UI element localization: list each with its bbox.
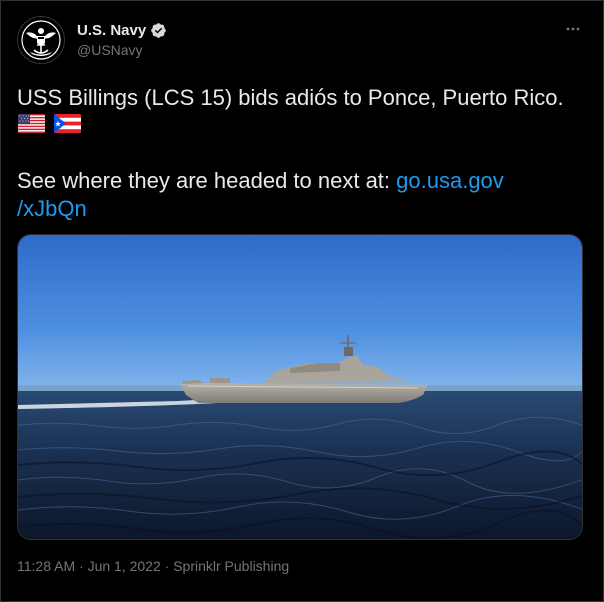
author-name-row[interactable]: U.S. Navy xyxy=(77,22,167,39)
us-flag-emoji xyxy=(18,114,45,133)
tweet-text-prefix: See where they are headed to next at: xyxy=(17,168,397,193)
author-name[interactable]: U.S. Navy xyxy=(77,22,146,39)
author-handle[interactable]: @USNavy xyxy=(77,42,143,58)
short-link-part2[interactable]: /xJbQn xyxy=(17,196,87,221)
flag-emojis xyxy=(18,114,81,133)
tweet-text-line2: See where they are headed to next at: go… xyxy=(17,167,589,223)
verified-badge-icon xyxy=(151,23,166,38)
tweet-meta: 11:28 AM · Jun 1, 2022 · Sprinklr Publis… xyxy=(17,558,289,574)
meta-separator: · xyxy=(75,558,88,574)
ship-photo-illustration xyxy=(18,235,582,539)
avatar[interactable] xyxy=(17,16,65,64)
tweet-date[interactable]: Jun 1, 2022 xyxy=(88,558,161,574)
meta-separator: · xyxy=(160,558,174,574)
navy-seal-eagle-icon xyxy=(19,18,63,62)
tweet-card: U.S. Navy @USNavy USS Billings (LCS 15) … xyxy=(0,0,604,602)
tweet-time[interactable]: 11:28 AM xyxy=(17,558,75,574)
tweet-source[interactable]: Sprinklr Publishing xyxy=(173,558,289,574)
puerto-rico-flag-emoji xyxy=(54,114,81,133)
ship-at-sea-photo[interactable] xyxy=(17,234,583,540)
more-horizontal-icon[interactable] xyxy=(563,19,583,39)
short-link-part1[interactable]: go.usa.gov xyxy=(396,168,504,193)
tweet-text-line1: USS Billings (LCS 15) bids adiós to Ponc… xyxy=(17,85,564,110)
